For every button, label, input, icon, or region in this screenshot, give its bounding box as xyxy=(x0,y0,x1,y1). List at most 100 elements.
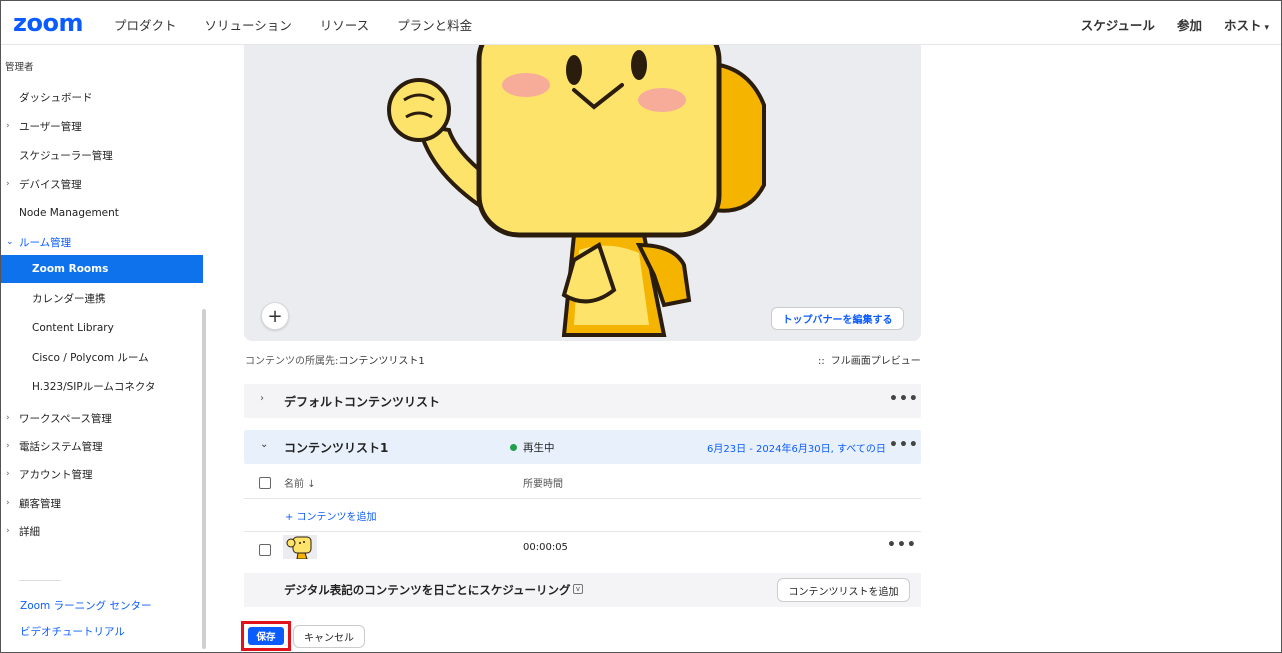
chevron-down-icon: ⌄ xyxy=(260,439,269,450)
chevron-down-icon: ▾ xyxy=(1264,23,1269,33)
belongs-label: コンテンツの所属先: xyxy=(245,356,339,367)
info-icon[interactable]: v xyxy=(573,584,583,594)
sidebar-item-label: H.323/SIPルームコネクタ xyxy=(32,380,156,393)
nav-schedule[interactable]: スケジュール xyxy=(1081,15,1155,34)
sidebar-item-advanced[interactable]: › 詳細 xyxy=(1,517,203,545)
content-list-1-title: コンテンツリスト1 xyxy=(284,441,389,455)
sidebar-item-calendar-integration[interactable]: カレンダー連携 xyxy=(1,284,203,312)
nav-resources[interactable]: リソース xyxy=(320,15,369,34)
chevron-right-icon: › xyxy=(260,393,264,404)
top-banner-preview xyxy=(244,45,921,341)
chevron-right-icon: › xyxy=(6,413,10,423)
sidebar-item-label: Content Library xyxy=(32,322,114,334)
sidebar-item-h323-sip[interactable]: H.323/SIPルームコネクタ xyxy=(1,372,203,400)
column-duration-header: 所要時間 xyxy=(523,479,563,490)
content-duration: 00:00:05 xyxy=(523,542,568,553)
sidebar-item-zoom-rooms[interactable]: Zoom Rooms xyxy=(1,255,203,283)
sidebar-item-dashboard[interactable]: ダッシュボード xyxy=(1,83,203,111)
learning-center-link[interactable]: Zoom ラーニング センター xyxy=(20,598,151,613)
top-navigation: zoom プロダクト ソリューション リソース プランと料金 スケジュール 参加… xyxy=(1,1,1281,45)
chevron-right-icon: › xyxy=(6,179,10,189)
status-label: 再生中 xyxy=(523,442,555,454)
default-content-list-title: デフォルトコンテンツリスト xyxy=(284,395,441,409)
fullscreen-label: フル画面プレビュー xyxy=(830,356,921,367)
sidebar-item-label: 詳細 xyxy=(19,525,40,538)
nav-host-label: ホスト xyxy=(1223,18,1262,33)
content-thumbnail[interactable] xyxy=(283,535,317,559)
sidebar-item-label: ルーム管理 xyxy=(19,236,72,249)
sidebar-item-label: 顧客管理 xyxy=(19,497,61,510)
edit-top-banner-button[interactable]: トップバナーを編集する xyxy=(771,307,904,330)
add-content-link[interactable]: + コンテンツを追加 xyxy=(285,508,377,523)
nav-left-menu: プロダクト ソリューション リソース プランと料金 xyxy=(114,15,472,34)
save-highlight: 保存 xyxy=(241,621,291,651)
sidebar-scrollbar[interactable] xyxy=(202,309,206,649)
select-all-checkbox[interactable] xyxy=(259,477,271,489)
sidebar-item-cisco-polycom[interactable]: Cisco / Polycom ルーム xyxy=(1,343,203,371)
sidebar-item-room-management[interactable]: ⌄ ルーム管理 xyxy=(1,228,203,256)
belongs-value: コンテンツリスト1 xyxy=(338,356,425,367)
zoom-web-portal: zoom プロダクト ソリューション リソース プランと料金 スケジュール 参加… xyxy=(0,0,1282,653)
content-list-1-row[interactable]: ⌄ コンテンツリスト1 再生中 6月23日 - 2024年6月30日, すべての… xyxy=(244,430,921,464)
chevron-down-icon: ⌄ xyxy=(6,237,14,247)
schedule-range[interactable]: 6月23日 - 2024年6月30日, すべての日 xyxy=(707,440,886,455)
table-row: 00:00:05 ••• xyxy=(244,533,921,565)
nav-right-menu: スケジュール 参加 ホスト ▾ xyxy=(1081,15,1269,34)
mascot-illustration xyxy=(387,45,766,337)
sidebar-item-label: カレンダー連携 xyxy=(32,292,106,305)
sidebar-item-label: デバイス管理 xyxy=(19,178,82,191)
more-options-icon[interactable]: ••• xyxy=(887,537,917,553)
fullscreen-icon: :: xyxy=(818,356,825,367)
sidebar-item-label: ユーザー管理 xyxy=(19,120,82,133)
sidebar-item-label: ダッシュボード xyxy=(19,91,93,104)
row-checkbox[interactable] xyxy=(259,544,271,556)
sidebar-item-label: Node Management xyxy=(19,207,119,219)
sidebar-item-node-management[interactable]: Node Management xyxy=(1,199,203,227)
sidebar-item-device-management[interactable]: › デバイス管理 xyxy=(1,170,203,198)
sidebar-item-label: Zoom Rooms xyxy=(32,263,109,275)
zoom-logo[interactable]: zoom xyxy=(13,9,83,37)
nav-join[interactable]: 参加 xyxy=(1177,15,1202,34)
sidebar-item-user-management[interactable]: › ユーザー管理 xyxy=(1,112,203,140)
nav-solutions[interactable]: ソリューション xyxy=(205,15,292,34)
sidebar-item-phone-system[interactable]: › 電話システム管理 xyxy=(1,432,203,460)
status-dot-icon xyxy=(510,444,517,451)
sidebar-item-workspace-management[interactable]: › ワークスペース管理 xyxy=(1,404,203,432)
sidebar-heading: 管理者 xyxy=(5,62,34,73)
chevron-right-icon: › xyxy=(6,498,10,508)
chevron-right-icon: › xyxy=(6,469,10,479)
add-content-row: + コンテンツを追加 xyxy=(244,500,921,532)
nav-products[interactable]: プロダクト xyxy=(114,15,177,34)
video-tutorial-link[interactable]: ビデオチュートリアル xyxy=(20,624,125,639)
add-content-list-button[interactable]: コンテンツリストを追加 xyxy=(777,578,910,602)
column-name-label: 名前 xyxy=(284,479,304,490)
save-button[interactable]: 保存 xyxy=(248,627,284,645)
more-options-icon[interactable]: ••• xyxy=(889,391,919,407)
content-belongs-to: コンテンツの所属先:コンテンツリスト1 xyxy=(245,352,425,367)
schedule-by-day-label: デジタル表記のコンテンツを日ごとにスケジューリング xyxy=(284,583,571,597)
content-table-header: 名前 ↓ 所要時間 xyxy=(244,465,921,499)
sidebar-item-label: 電話システム管理 xyxy=(19,440,103,453)
sidebar-item-label: アカウント管理 xyxy=(19,468,93,481)
fullscreen-preview-button[interactable]: :: フル画面プレビュー xyxy=(818,352,921,367)
sidebar-item-account-management[interactable]: › アカウント管理 xyxy=(1,460,203,488)
nav-host[interactable]: ホスト ▾ xyxy=(1224,15,1269,34)
column-name-header[interactable]: 名前 ↓ xyxy=(284,475,316,490)
chevron-right-icon: › xyxy=(6,121,10,131)
default-content-list-row[interactable]: › デフォルトコンテンツリスト ••• xyxy=(244,384,921,418)
sidebar-item-content-library[interactable]: Content Library xyxy=(1,314,203,342)
chevron-right-icon: › xyxy=(6,441,10,451)
nav-plans-pricing[interactable]: プランと料金 xyxy=(397,15,472,34)
more-options-icon[interactable]: ••• xyxy=(889,437,919,453)
status-badge: 再生中 xyxy=(510,440,555,455)
sidebar-divider xyxy=(19,580,61,581)
chevron-right-icon: › xyxy=(6,526,10,536)
sidebar-item-label: Cisco / Polycom ルーム xyxy=(32,351,149,364)
cancel-button[interactable]: キャンセル xyxy=(293,625,365,648)
sidebar-item-customer-management[interactable]: › 顧客管理 xyxy=(1,489,203,517)
sidebar-item-label: ワークスペース管理 xyxy=(19,412,112,425)
add-banner-button[interactable]: + xyxy=(261,302,289,330)
sort-arrow-down-icon: ↓ xyxy=(307,479,316,490)
sidebar-item-label: スケジューラー管理 xyxy=(19,149,113,162)
sidebar-item-scheduler-management[interactable]: スケジューラー管理 xyxy=(1,141,203,169)
